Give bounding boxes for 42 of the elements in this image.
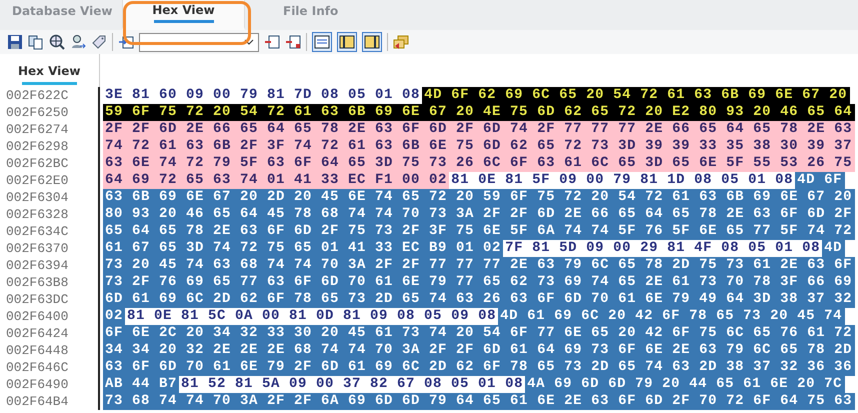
hex-bytes: 02 <box>103 308 126 325</box>
hex-bytes: 4D 6F 62 69 6C 65 20 54 72 61 63 6B 69 6E 67 20 <box>422 87 850 104</box>
address: 002F63DC <box>0 291 100 308</box>
hex-bytes: 73 2F 76 69 65 77 63 6F 6D 70 61 6E 79 77 65 62 73 69 74 65 2E 61 73 70 78 3F 66 69 <box>103 274 856 291</box>
address: 002F6448 <box>0 342 100 359</box>
address: 002F634C <box>0 223 100 240</box>
address: 002F646C <box>0 359 100 376</box>
address: 002F64B4 <box>0 393 100 410</box>
address: 002F622C <box>0 87 100 104</box>
hex-bytes: 6D 61 69 6C 2D 62 6F 78 65 73 2D 65 74 63 26 63 6F 6D 70 61 6E 79 49 64 3D 38 37 32 <box>103 291 856 308</box>
address: 002F6250 <box>0 104 100 121</box>
address: 002F62E0 <box>0 172 100 189</box>
hex-bytes: 4D <box>822 240 846 257</box>
hex-bytes: 2F 2F 6D 2E 66 65 64 65 78 2E 63 6F 6D 2F 6D 74 2F 77 77 77 2E 66 65 64 65 78 2E 63 <box>103 121 856 138</box>
hex-bytes: 65 64 65 78 2E 63 6F 6D 2F 75 73 2F 3F 75 6E 5F 6A 74 74 5F 76 5F 6E 65 77 5F 74 72 <box>103 223 856 240</box>
hex-bytes: 4D 6F <box>795 172 846 189</box>
hex-bytes: 64 69 72 65 63 74 01 41 33 EC F1 00 02 <box>103 172 450 189</box>
hex-bytes: 59 6F 75 72 20 54 72 61 63 6B 69 6E 67 20 4E 75 6D 62 65 72 20 E2 80 93 20 46 65 64 <box>103 104 856 121</box>
hex-bytes: 74 72 61 63 6B 2F 3F 74 72 61 63 6B 6E 75 6D 62 65 72 73 3D 39 39 33 35 38 30 39 37 <box>103 138 856 155</box>
address: 002F6298 <box>0 138 100 155</box>
hex-bytes: 4D 61 69 6C 20 42 6F 78 65 73 20 45 74 <box>498 308 846 325</box>
address: 002F6274 <box>0 121 100 138</box>
hex-bytes: 63 6B 69 6E 67 20 2D 20 45 6E 74 65 72 20 59 6F 75 72 20 54 72 61 63 6B 69 6E 67 20 <box>103 189 856 206</box>
hex-bytes: 61 67 65 3D 74 72 75 65 01 41 33 EC B9 01 02 <box>103 240 504 257</box>
hex-bytes: 80 93 20 46 65 64 45 78 68 74 74 70 73 3A 2F 2F 6D 2E 66 65 64 65 78 2E 63 6F 6D 2F <box>103 206 856 223</box>
address: 002F6424 <box>0 325 100 342</box>
address: 002F6400 <box>0 308 100 325</box>
hex-bytes: 6F 6E 2C 20 34 32 33 30 20 45 61 73 74 20 54 6F 77 6E 65 20 42 6F 75 6C 65 76 61 72 <box>103 325 856 342</box>
hex-bytes: 4A 69 6D 6D 79 20 44 65 61 6E 20 7C <box>525 376 846 393</box>
address: 002F63B8 <box>0 274 100 291</box>
address: 002F6370 <box>0 240 100 257</box>
address: 002F6328 <box>0 206 100 223</box>
hex-bytes: 63 6E 74 72 79 5F 63 6F 64 65 3D 75 73 26 6C 6F 63 61 6C 65 3D 65 6E 5F 55 53 26 75 <box>103 155 856 172</box>
address: 002F6304 <box>0 189 100 206</box>
hex-bytes: AB 44 B7 <box>103 376 180 393</box>
hex-bytes: 34 34 20 32 2E 2E 2E 68 74 74 70 3A 2F 2F 6D 61 64 69 73 6F 6E 2E 63 79 6C 65 78 2D <box>103 342 856 359</box>
hex-bytes: 63 6F 6D 70 61 6E 79 2F 6D 61 69 6C 2D 62 6F 78 65 73 2D 65 74 63 2D 38 37 32 36 36 <box>103 359 856 376</box>
address: 002F6394 <box>0 257 100 274</box>
hex-bytes: 73 68 74 74 70 3A 2F 2F 6A 69 6D 6D 79 64 65 61 6E 2E 63 6F 6D 2F 70 72 6F 64 75 63 <box>103 393 856 410</box>
hex-bytes: 73 20 45 74 63 68 74 74 70 3A 2F 2F 77 77 77 2E 63 79 6C 65 78 2D 75 73 61 2E 63 6F <box>103 257 856 274</box>
address: 002F62BC <box>0 155 100 172</box>
address: 002F6490 <box>0 376 100 393</box>
